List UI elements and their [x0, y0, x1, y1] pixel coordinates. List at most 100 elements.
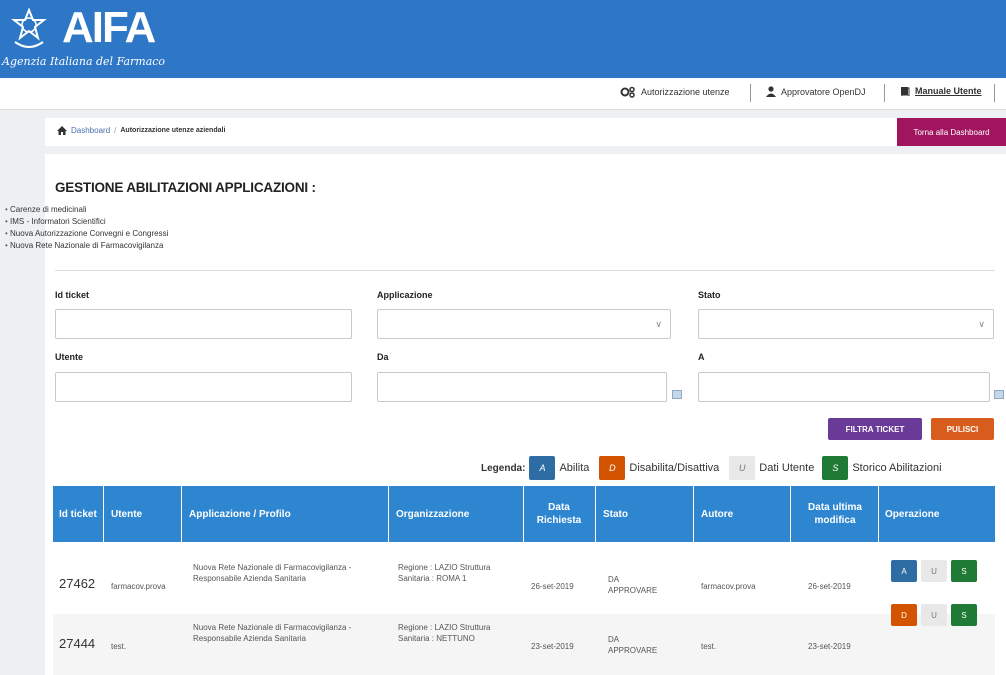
- column-header[interactable]: Data Richiesta: [529, 486, 589, 542]
- stato-label: Stato: [698, 290, 721, 300]
- cell-organizzazione: Regione : LAZIO Struttura Sanitaria : RO…: [398, 563, 491, 583]
- page-title: GESTIONE ABILITAZIONI APPLICAZIONI :: [55, 180, 316, 195]
- cell-id-ticket: 27462: [59, 576, 96, 591]
- column-divider: [693, 486, 694, 542]
- nav-autorizzazione-label: Autorizzazione utenze: [641, 87, 730, 97]
- column-divider: [181, 486, 182, 542]
- da-date-input[interactable]: [377, 372, 667, 402]
- calendar-icon[interactable]: [994, 390, 1004, 399]
- column-header[interactable]: Autore: [701, 486, 786, 542]
- divider: [55, 270, 995, 271]
- book-icon: [901, 87, 910, 96]
- column-divider: [523, 486, 524, 542]
- logo-subtitle: Agenzia Italiana del Farmaco: [2, 55, 166, 68]
- user-nav: Autorizzazione utenze Approvatore OpenDJ…: [0, 78, 1006, 110]
- cell-data-modifica: 23-set-2019: [808, 642, 851, 651]
- cell-autore: test.: [701, 642, 717, 651]
- id-ticket-input[interactable]: [55, 309, 352, 339]
- back-to-dashboard-button[interactable]: Torna alla Dashboard: [897, 118, 1006, 146]
- column-header[interactable]: Stato: [603, 486, 693, 542]
- cell-id-ticket: 27444: [59, 636, 96, 651]
- utente-label: Utente: [55, 352, 84, 362]
- storico-button[interactable]: S: [951, 604, 977, 626]
- column-header[interactable]: Id ticket: [59, 486, 99, 542]
- table-row: 27462 farmacov.prova Nuova Rete Nazional…: [53, 554, 995, 614]
- legend-disabilita-label: Disabilita/Disattiva: [629, 462, 720, 474]
- legend-abilita-label: Abilita: [559, 462, 590, 474]
- cell-data-modifica: 26-set-2019: [808, 582, 851, 591]
- pulisci-button[interactable]: PULISCI: [931, 418, 994, 440]
- breadcrumb-bar: Dashboard / Autorizzazione utenze aziend…: [45, 118, 1006, 146]
- column-header[interactable]: Data ultima modifica: [795, 486, 875, 542]
- table-header: Id ticket Utente Applicazione / Profilo …: [53, 486, 995, 542]
- list-item: Nuova Rete Nazionale di Farmacovigilanza: [5, 240, 168, 252]
- column-header[interactable]: Organizzazione: [396, 486, 526, 542]
- legend-storico-badge: S: [822, 456, 849, 480]
- cell-utente: farmacov.prova: [111, 582, 166, 591]
- main-panel: GESTIONE ABILITAZIONI APPLICAZIONI : Car…: [10, 154, 1006, 675]
- legend-dati-utente-badge: U: [729, 456, 756, 480]
- user-icon: [766, 86, 776, 97]
- disabilita-button[interactable]: D: [891, 604, 917, 626]
- abilita-button[interactable]: A: [891, 560, 917, 582]
- list-item: Nuova Autorizzazione Convegni e Congress…: [5, 228, 168, 240]
- breadcrumb-current: Autorizzazione utenze aziendali: [120, 127, 226, 134]
- column-divider: [595, 486, 596, 542]
- cell-stato: DA APPROVARE: [608, 635, 658, 655]
- da-label: Da: [377, 352, 389, 362]
- chevron-down-icon: ∨: [978, 319, 985, 329]
- applications-list: Carenze di medicinali IMS - Informatori …: [5, 204, 168, 252]
- nav-manuale-label: Manuale Utente: [915, 86, 982, 96]
- legend-dati-utente-label: Dati Utente: [759, 462, 815, 474]
- stato-select[interactable]: ∨: [698, 309, 994, 339]
- breadcrumb: Dashboard / Autorizzazione utenze aziend…: [57, 126, 225, 135]
- cell-applicazione: Nuova Rete Nazionale di Farmacovigilanza…: [193, 623, 352, 643]
- nav-autorizzazione-utenze[interactable]: Autorizzazione utenze: [620, 86, 730, 98]
- column-header[interactable]: Utente: [111, 486, 181, 542]
- gears-icon: [620, 86, 635, 98]
- a-label: A: [698, 352, 705, 362]
- cell-utente: test.: [111, 642, 127, 651]
- column-header[interactable]: Applicazione / Profilo: [189, 486, 379, 542]
- legend: Legenda: A Abilita D Disabilita/Disattiv…: [481, 456, 942, 480]
- column-divider: [388, 486, 389, 542]
- legend-abilita-badge: A: [529, 456, 556, 480]
- filtra-ticket-button[interactable]: FILTRA TICKET: [828, 418, 922, 440]
- legend-storico-label: Storico Abilitazioni: [852, 462, 942, 474]
- cell-organizzazione: Regione : LAZIO Struttura Sanitaria : NE…: [398, 623, 491, 643]
- cell-applicazione: Nuova Rete Nazionale di Farmacovigilanza…: [193, 563, 352, 583]
- breadcrumb-dashboard-link[interactable]: Dashboard: [71, 126, 110, 135]
- dati-utente-button[interactable]: U: [921, 604, 947, 626]
- cell-stato: DA APPROVARE: [608, 575, 658, 595]
- chevron-down-icon: ∨: [655, 319, 662, 329]
- cell-data-richiesta: 26-set-2019: [531, 582, 574, 591]
- nav-approvatore[interactable]: Approvatore OpenDJ: [766, 86, 866, 97]
- home-icon: [57, 126, 67, 135]
- cell-autore: farmacov.prova: [701, 582, 756, 591]
- nav-divider: [884, 84, 885, 102]
- italy-emblem-icon: [11, 8, 47, 48]
- id-ticket-label: Id ticket: [55, 290, 90, 300]
- list-item: IMS - Informatori Scientifici: [5, 216, 168, 228]
- applicazione-label: Applicazione: [377, 290, 433, 300]
- storico-button[interactable]: S: [951, 560, 977, 582]
- column-divider: [103, 486, 104, 542]
- legend-disabilita-badge: D: [599, 456, 626, 480]
- table-row: 27444 test. Nuova Rete Nazionale di Farm…: [53, 604, 995, 675]
- a-date-input[interactable]: [698, 372, 990, 402]
- top-header: AIFA Agenzia Italiana del Farmaco: [0, 0, 1006, 78]
- dati-utente-button[interactable]: U: [921, 560, 947, 582]
- aifa-logo[interactable]: AIFA: [62, 4, 156, 52]
- nav-manuale-utente[interactable]: Manuale Utente: [900, 86, 982, 96]
- cell-data-richiesta: 23-set-2019: [531, 642, 574, 651]
- calendar-icon[interactable]: [672, 390, 682, 399]
- list-item: Carenze di medicinali: [5, 204, 168, 216]
- legend-title: Legenda:: [481, 462, 526, 474]
- utente-input[interactable]: [55, 372, 352, 402]
- breadcrumb-separator: /: [114, 126, 117, 135]
- nav-approvatore-label: Approvatore OpenDJ: [781, 86, 866, 97]
- nav-divider: [994, 84, 995, 102]
- column-divider: [790, 486, 791, 542]
- applicazione-select[interactable]: ∨: [377, 309, 671, 339]
- column-header[interactable]: Operazione: [885, 486, 985, 542]
